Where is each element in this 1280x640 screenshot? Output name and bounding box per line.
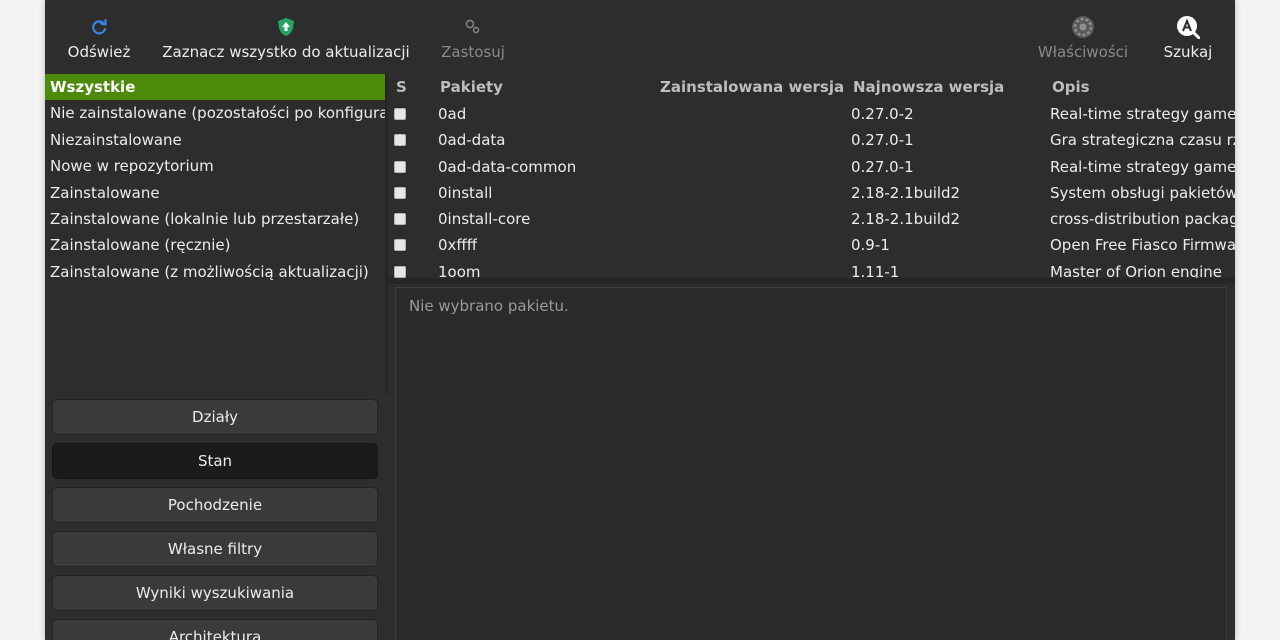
table-row[interactable]: 0ad 0.27.0-2 Real-time strategy game of …	[388, 101, 1235, 127]
filter-item-not-installed-residual[interactable]: Nie zainstalowane (pozostałości po konfi…	[45, 100, 385, 126]
latest-version: 0.9-1	[851, 236, 890, 255]
latest-version: 0.27.0-1	[851, 157, 914, 176]
properties-button[interactable]: Właściwości	[1037, 0, 1129, 74]
header-package[interactable]: Pakiety	[440, 74, 503, 101]
toolbar: Odśwież Zaznacz wszystko do aktualizacji…	[45, 0, 1235, 74]
latest-version: 0.27.0-2	[851, 105, 914, 123]
package-name: 0ad	[438, 105, 467, 123]
mark-all-label: Zaznacz wszystko do aktualizacji	[162, 43, 410, 61]
refresh-icon	[87, 15, 111, 39]
apply-label: Zastosuj	[441, 43, 505, 61]
package-description: Real-time strategy game of ancient warfa…	[1050, 157, 1235, 176]
package-checkbox[interactable]	[394, 108, 406, 120]
custom-filters-button[interactable]: Własne filtry	[52, 531, 378, 567]
synaptic-window: Odśwież Zaznacz wszystko do aktualizacji…	[45, 0, 1235, 640]
package-checkbox[interactable]	[394, 134, 406, 147]
origin-button[interactable]: Pochodzenie	[52, 487, 378, 523]
filter-item-installed[interactable]: Zainstalowane	[45, 180, 385, 206]
package-description: Master of Orion engine	[1050, 262, 1222, 278]
architecture-button[interactable]: Architektura	[52, 619, 378, 640]
latest-version: 0.27.0-1	[851, 131, 914, 150]
table-row[interactable]: 1oom 1.11-1 Master of Orion engine	[388, 259, 1235, 278]
search-results-button[interactable]: Wyniki wyszukiwania	[52, 575, 378, 611]
table-header: S Pakiety Zainstalowana wersja Najnowsza…	[388, 74, 1235, 101]
table-row[interactable]: 0install-core 2.18-2.1build2 cross-distr…	[388, 206, 1235, 232]
filter-panel: Wszystkie Nie zainstalowane (pozostałośc…	[45, 74, 385, 640]
filter-item-new-in-repository[interactable]: Nowe w repozytorium	[45, 153, 385, 179]
filter-item-installed-manual[interactable]: Zainstalowane (ręcznie)	[45, 232, 385, 258]
search-button[interactable]: Szukaj	[1162, 0, 1214, 74]
package-checkbox[interactable]	[394, 265, 406, 278]
package-checkbox[interactable]	[394, 160, 406, 173]
package-name: 0install-core	[438, 210, 531, 229]
package-checkbox[interactable]	[394, 186, 406, 199]
table-body: 0ad 0.27.0-2 Real-time strategy game of …	[388, 101, 1235, 278]
sections-button[interactable]: Działy	[52, 399, 378, 435]
table-row[interactable]: 0xffff 0.9-1 Open Free Fiasco Firmware F…	[388, 232, 1235, 258]
apply-button[interactable]: Zastosuj	[438, 0, 508, 74]
package-details-pane: Nie wybrano pakietu.	[395, 287, 1227, 640]
header-status[interactable]: S	[396, 74, 407, 101]
filter-item-installed-local-obsolete[interactable]: Zainstalowane (lokalnie lub przestarzałe…	[45, 206, 385, 232]
refresh-button[interactable]: Odśwież	[68, 0, 130, 74]
table-details-splitter[interactable]	[388, 278, 1235, 284]
refresh-label: Odśwież	[67, 43, 131, 61]
filter-item-all[interactable]: Wszystkie	[45, 74, 385, 101]
filter-item-not-installed[interactable]: Niezainstalowane	[45, 127, 385, 153]
filter-list: Wszystkie Nie zainstalowane (pozostałośc…	[45, 74, 385, 394]
package-description: Gra strategiczna czasu rzeczywistego	[1050, 131, 1235, 150]
header-description[interactable]: Opis	[1052, 74, 1090, 101]
table-row[interactable]: 0ad-data-common 0.27.0-1 Real-time strat…	[388, 154, 1235, 180]
status-button[interactable]: Stan	[52, 443, 378, 479]
package-checkbox[interactable]	[394, 239, 406, 252]
mark-all-upgrades-button[interactable]: Zaznacz wszystko do aktualizacji	[162, 0, 410, 74]
search-icon	[1176, 15, 1200, 39]
package-name: 1oom	[438, 262, 481, 278]
latest-version: 2.18-2.1build2	[851, 210, 961, 229]
properties-label: Właściwości	[1037, 43, 1129, 61]
package-name: 0xffff	[438, 236, 478, 255]
apply-icon	[461, 15, 485, 39]
package-table: S Pakiety Zainstalowana wersja Najnowsza…	[388, 74, 1235, 278]
package-description: cross-distribution packaging system	[1050, 210, 1235, 229]
shield-upgrade-icon	[274, 15, 298, 39]
package-description: System obsługi pakietów, niezależny od d…	[1050, 183, 1235, 202]
table-row[interactable]: 0ad-data 0.27.0-1 Gra strategiczna czasu…	[388, 127, 1235, 153]
latest-version: 1.11-1	[851, 262, 900, 278]
table-row[interactable]: 0install 2.18-2.1build2 System obsługi p…	[388, 180, 1235, 206]
package-name: 0ad-data	[438, 131, 506, 150]
header-installed-version[interactable]: Zainstalowana wersja	[660, 74, 844, 101]
package-description: Open Free Fiasco Firmware Flasher	[1050, 236, 1235, 255]
header-latest-version[interactable]: Najnowsza wersja	[853, 74, 1004, 101]
package-description: Real-time strategy game of ancient warfa…	[1050, 105, 1235, 123]
filter-item-installed-upgradable[interactable]: Zainstalowane (z możliwością aktualizacj…	[45, 259, 385, 285]
gear-icon	[1071, 15, 1095, 39]
search-label: Szukaj	[1163, 43, 1213, 61]
package-checkbox[interactable]	[394, 213, 406, 226]
latest-version: 2.18-2.1build2	[851, 183, 961, 202]
package-name: 0ad-data-common	[438, 157, 577, 176]
package-name: 0install	[438, 183, 493, 202]
no-package-selected-message: Nie wybrano pakietu.	[409, 297, 569, 315]
